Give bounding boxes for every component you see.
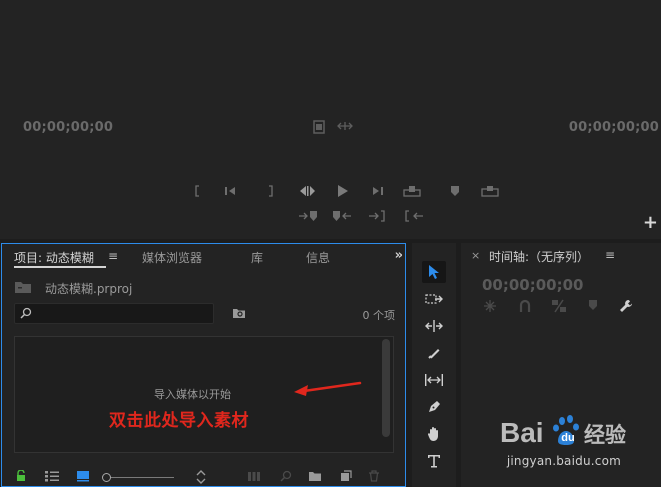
project-tabs: 项目: 动态模糊 ≡ 媒体浏览器 库 信息 »: [2, 244, 405, 270]
find-bin-icon[interactable]: [232, 307, 246, 322]
zoom-slider[interactable]: [102, 473, 174, 482]
mark-out-icon[interactable]: [261, 184, 281, 198]
overwrite-icon[interactable]: [332, 209, 352, 223]
timeline-menu-icon[interactable]: ≡: [605, 248, 615, 262]
media-drop-area[interactable]: 导入媒体以开始 双击此处导入素材: [14, 336, 394, 453]
trim-forward-icon[interactable]: [368, 209, 388, 223]
icon-view-icon[interactable]: [76, 470, 90, 485]
trim-back-icon[interactable]: [404, 209, 424, 223]
safe-margins-icon[interactable]: [313, 120, 325, 137]
search-icon: [20, 307, 32, 322]
timeline-title[interactable]: 时间轴:（无序列）: [489, 248, 589, 265]
ripple-edit-tool-icon[interactable]: [422, 315, 446, 337]
wrench-icon[interactable]: [619, 299, 633, 316]
lock-icon[interactable]: [16, 469, 26, 485]
project-panel: 项目: 动态模糊 ≡ 媒体浏览器 库 信息 » 动态模糊.prproj 0 个项…: [1, 243, 406, 487]
hand-tool-icon[interactable]: [422, 423, 446, 445]
find-icon[interactable]: [280, 470, 292, 485]
button-editor-plus-icon[interactable]: +: [643, 212, 658, 233]
search-input[interactable]: [14, 303, 214, 324]
go-to-in-icon[interactable]: [220, 184, 240, 198]
automate-to-sequence-icon[interactable]: [247, 470, 263, 485]
tools-panel: [412, 243, 456, 487]
lift-icon[interactable]: [402, 184, 422, 198]
active-tab-indicator: [14, 266, 106, 268]
duration-timecode: 00;00;00;00: [568, 120, 659, 135]
item-count: 0 个项: [362, 309, 396, 322]
selection-tool-icon[interactable]: [422, 261, 446, 283]
sort-icon[interactable]: [195, 470, 207, 487]
zoom-slider-knob[interactable]: [102, 473, 111, 482]
panel-overflow-icon[interactable]: »: [395, 248, 403, 263]
tab-project[interactable]: 项目: 动态模糊: [14, 249, 94, 266]
add-marker-icon[interactable]: [588, 299, 598, 314]
tab-libraries[interactable]: 库: [251, 249, 263, 266]
project-bottom-bar: [2, 469, 405, 487]
timeline-timecode[interactable]: 00;00;00;00: [482, 276, 584, 294]
insert-icon[interactable]: [298, 209, 318, 223]
new-bin-icon[interactable]: [308, 470, 322, 485]
project-file-icon: [14, 280, 32, 297]
close-icon[interactable]: ×: [471, 249, 480, 262]
nest-icon[interactable]: [483, 299, 497, 316]
double-click-annotation: 双击此处导入素材: [109, 411, 249, 431]
razor-tool-icon[interactable]: [422, 342, 446, 364]
export-frame-icon[interactable]: [480, 184, 500, 198]
timeline-panel: × 时间轴:（无序列） ≡ 00;00;00;00: [461, 243, 661, 487]
import-media-hint: 导入媒体以开始: [154, 388, 231, 401]
mark-in-icon[interactable]: [187, 184, 207, 198]
tab-media-browser[interactable]: 媒体浏览器: [142, 249, 202, 266]
program-monitor: 00;00;00;00 00;00;00;00 +: [0, 0, 661, 239]
linked-selection-icon[interactable]: [551, 299, 567, 316]
go-to-out-icon[interactable]: [368, 184, 388, 198]
arrow-annotation-icon: [294, 381, 362, 396]
snap-icon[interactable]: [518, 299, 532, 316]
project-panel-menu-icon[interactable]: ≡: [108, 249, 118, 263]
track-select-tool-icon[interactable]: [422, 288, 446, 310]
step-back-icon[interactable]: [297, 184, 317, 198]
tab-info[interactable]: 信息: [306, 249, 330, 266]
type-tool-icon[interactable]: [422, 450, 446, 472]
play-icon[interactable]: [333, 184, 353, 198]
add-marker-icon[interactable]: [445, 184, 465, 198]
list-view-icon[interactable]: [44, 470, 60, 485]
pen-tool-icon[interactable]: [422, 396, 446, 418]
project-file-row: 动态模糊.prproj: [14, 280, 132, 297]
fit-zoom-icon[interactable]: [337, 120, 353, 135]
new-item-icon[interactable]: [340, 470, 352, 485]
playhead-timecode[interactable]: 00;00;00;00: [23, 120, 113, 135]
project-scrollbar[interactable]: [382, 339, 390, 437]
clear-trash-icon[interactable]: [368, 470, 380, 485]
slip-tool-icon[interactable]: [422, 369, 446, 391]
project-file-name: 动态模糊.prproj: [45, 282, 133, 296]
